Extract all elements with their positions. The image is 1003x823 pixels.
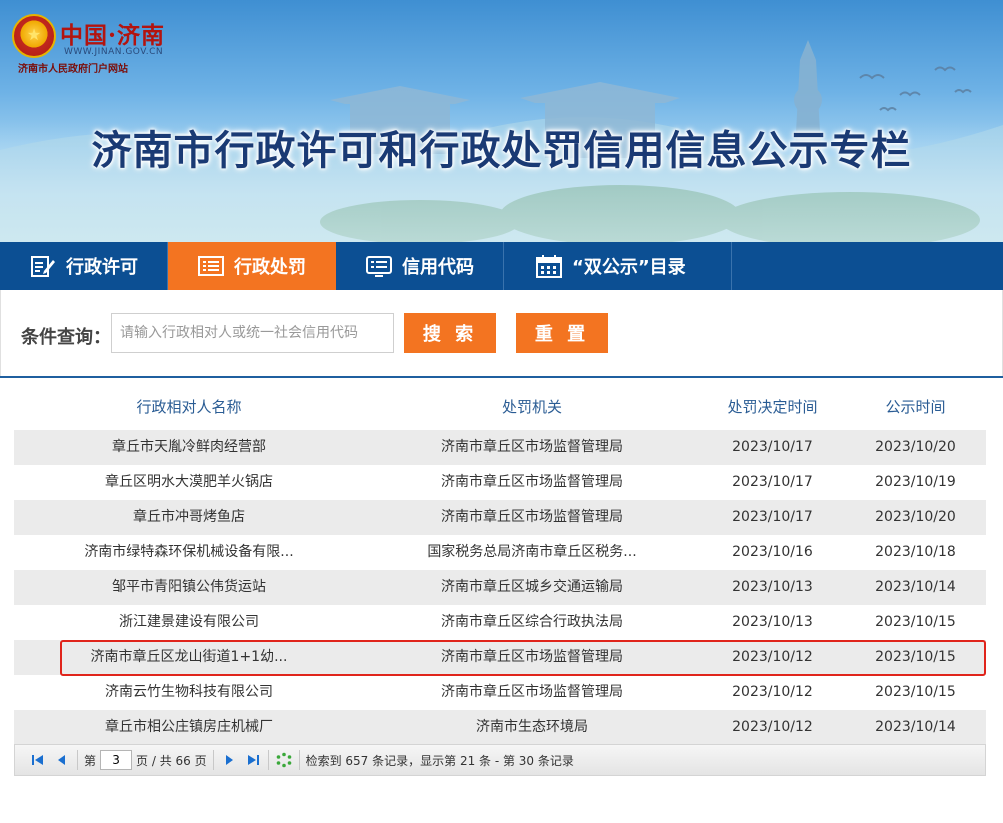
column-header-authority[interactable]: 处罚机关	[364, 392, 700, 428]
pager-divider	[77, 750, 78, 770]
cell-party-name[interactable]: 邹平市青阳镇公伟货运站	[14, 570, 364, 605]
table-row-highlighted[interactable]: 济南市章丘区龙山街道1+1幼... 济南市章丘区市场监督管理局 2023/10/12…	[14, 640, 986, 675]
page-number-input[interactable]	[100, 750, 133, 770]
cell-publish-date: 2023/10/15	[875, 684, 956, 700]
record-summary: 检索到 657 条记录，显示第 21 条 - 第 30 条记录	[305, 753, 574, 768]
nav-item-admin-penalty[interactable]: 行政处罚	[168, 242, 336, 290]
cell-decision-date: 2023/10/12	[732, 649, 813, 665]
list-icon	[198, 256, 224, 276]
cell-authority: 济南市章丘区综合行政执法局	[441, 614, 623, 630]
cell-publish-date: 2023/10/14	[875, 719, 956, 735]
edit-document-icon	[31, 256, 55, 277]
column-header-publish-date[interactable]: 公示时间	[845, 392, 986, 428]
cell-publish-date: 2023/10/15	[875, 649, 956, 665]
nav-item-dual-publicity-catalog[interactable]: “双公示”目录	[504, 242, 732, 290]
pagination-bar: 第 页 / 共 66 页 检索到 657 条记录，显示第 21 条 - 第 30…	[14, 744, 986, 776]
cell-decision-date: 2023/10/16	[732, 544, 813, 560]
cell-decision-date: 2023/10/13	[732, 579, 813, 595]
cell-authority: 济南市章丘区市场监督管理局	[441, 439, 623, 455]
cell-publish-date: 2023/10/20	[875, 509, 956, 525]
logo-title: 中国·济南	[60, 22, 166, 49]
previous-page-icon[interactable]	[53, 751, 71, 769]
column-header-decision-date[interactable]: 处罚决定时间	[700, 392, 845, 428]
results-table: 行政相对人名称 处罚机关 处罚决定时间 公示时间 章丘市天胤冷鲜肉经营部 济南市章…	[0, 376, 1003, 823]
table-header: 行政相对人名称 处罚机关 处罚决定时间 公示时间	[14, 392, 986, 428]
table-row[interactable]: 章丘区明水大漠肥羊火锅店 济南市章丘区市场监督管理局 2023/10/17 2023/…	[14, 465, 986, 500]
reset-button[interactable]: 重 置	[516, 313, 608, 353]
national-emblem-icon: ★	[12, 14, 56, 58]
search-label: 条件查询：	[21, 327, 111, 348]
cell-authority: 国家税务总局济南市章丘区税务...	[427, 544, 637, 560]
site-logo[interactable]: ★ 中国·济南 WWW.JINAN.GOV.CN 济南市人民政府门户网站	[12, 10, 182, 75]
page-total: 页 / 共 66 页	[136, 753, 207, 768]
cell-party-name[interactable]: 章丘市相公庄镇房庄机械厂	[14, 710, 364, 745]
cell-decision-date: 2023/10/17	[732, 439, 813, 455]
nav-label: 行政处罚	[234, 257, 306, 278]
pager-divider	[212, 750, 214, 770]
nav-label: 行政许可	[66, 257, 138, 278]
column-header-party-name[interactable]: 行政相对人名称	[14, 392, 364, 428]
table-row[interactable]: 济南云竹生物科技有限公司 济南市章丘区市场监督管理局 2023/10/12 2023/…	[14, 675, 986, 710]
first-page-icon[interactable]	[29, 751, 47, 769]
last-page-icon[interactable]	[244, 751, 262, 769]
list-card-icon	[366, 256, 392, 277]
nav-item-credit-code[interactable]: 信用代码	[336, 242, 504, 290]
cell-publish-date: 2023/10/15	[875, 614, 956, 630]
main-nav: 行政许可 行政处罚 信用代码 “双公示”目录	[0, 242, 1003, 290]
cell-authority: 济南市章丘区市场监督管理局	[441, 649, 623, 665]
calendar-icon	[536, 255, 562, 278]
nav-item-admin-license[interactable]: 行政许可	[0, 242, 168, 290]
cell-publish-date: 2023/10/19	[875, 474, 956, 490]
table-row[interactable]: 章丘市冲哥烤鱼店 济南市章丘区市场监督管理局 2023/10/17 2023/10/2…	[14, 500, 986, 535]
cell-party-name[interactable]: 章丘市天胤冷鲜肉经营部	[14, 430, 364, 465]
cell-party-name[interactable]: 济南市章丘区龙山街道1+1幼...	[14, 640, 364, 675]
cell-decision-date: 2023/10/13	[732, 614, 813, 630]
nav-label: 信用代码	[402, 257, 474, 278]
cell-authority: 济南市章丘区城乡交通运输局	[441, 579, 623, 595]
search-input[interactable]	[111, 313, 394, 353]
pager-divider	[267, 750, 269, 770]
cell-decision-date: 2023/10/12	[732, 719, 813, 735]
cell-authority: 济南市生态环境局	[476, 719, 588, 735]
pager-divider	[298, 750, 300, 770]
next-page-icon[interactable]	[220, 751, 238, 769]
cell-authority: 济南市章丘区市场监督管理局	[441, 509, 623, 525]
cell-publish-date: 2023/10/18	[875, 544, 956, 560]
cell-party-name[interactable]: 章丘市冲哥烤鱼店	[14, 500, 364, 535]
table-row[interactable]: 章丘市天胤冷鲜肉经营部 济南市章丘区市场监督管理局 2023/10/17 2023/1…	[14, 430, 986, 465]
table-row[interactable]: 浙江建景建设有限公司 济南市章丘区综合行政执法局 2023/10/13 2023/10…	[14, 605, 986, 640]
search-panel: 条件查询： 搜 索 重 置	[0, 290, 1003, 376]
cell-decision-date: 2023/10/17	[732, 474, 813, 490]
table-row[interactable]: 济南市绿特森环保机械设备有限... 国家税务总局济南市章丘区税务... 2023/1…	[14, 535, 986, 570]
cell-party-name[interactable]: 济南云竹生物科技有限公司	[14, 675, 364, 710]
cell-decision-date: 2023/10/17	[732, 509, 813, 525]
cell-party-name[interactable]: 济南市绿特森环保机械设备有限...	[14, 535, 364, 570]
cell-publish-date: 2023/10/14	[875, 579, 956, 595]
cell-authority: 济南市章丘区市场监督管理局	[441, 684, 623, 700]
cell-party-name[interactable]: 章丘区明水大漠肥羊火锅店	[14, 465, 364, 500]
logo-url: WWW.JINAN.GOV.CN	[64, 47, 164, 57]
cell-decision-date: 2023/10/12	[732, 684, 813, 700]
cell-publish-date: 2023/10/20	[875, 439, 956, 455]
cell-party-name[interactable]: 浙江建景建设有限公司	[14, 605, 364, 640]
table-row[interactable]: 邹平市青阳镇公伟货运站 济南市章丘区城乡交通运输局 2023/10/13 2023/1…	[14, 570, 986, 605]
nav-label: “双公示”目录	[572, 257, 686, 278]
cell-authority: 济南市章丘区市场监督管理局	[441, 474, 623, 490]
page-prefix: 第	[84, 753, 97, 768]
refresh-icon[interactable]	[275, 751, 293, 769]
search-button[interactable]: 搜 索	[404, 313, 496, 353]
logo-subtitle: 济南市人民政府门户网站	[18, 64, 128, 75]
banner-title: 济南市行政许可和行政处罚信用信息公示专栏	[91, 128, 912, 174]
table-row[interactable]: 章丘市相公庄镇房庄机械厂 济南市生态环境局 2023/10/12 2023/10/14	[14, 710, 986, 745]
page-banner: ★ 中国·济南 WWW.JINAN.GOV.CN 济南市人民政府门户网站 济南市…	[0, 0, 1003, 242]
